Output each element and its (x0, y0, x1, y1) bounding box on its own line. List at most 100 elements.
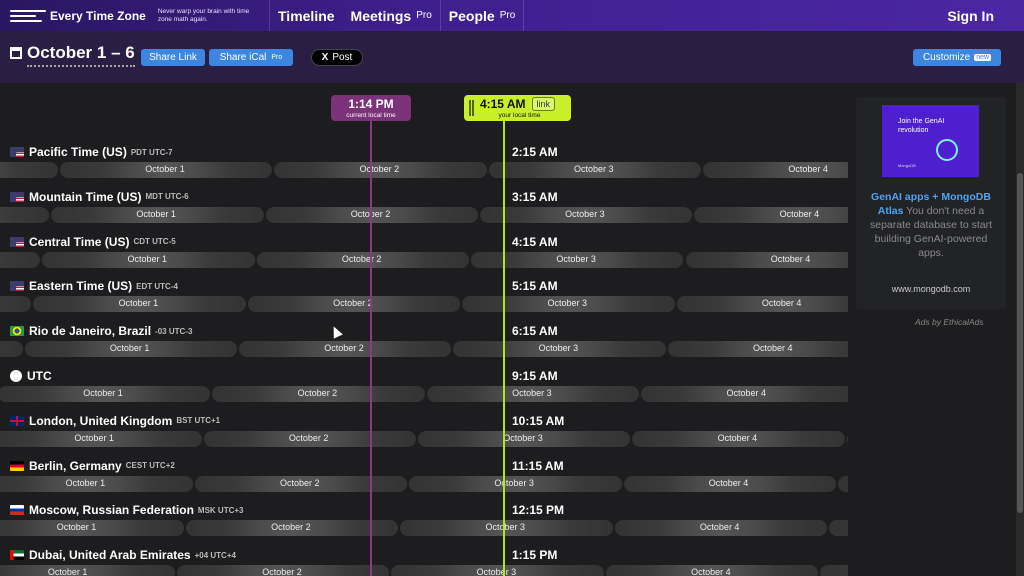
sign-in-link[interactable]: Sign In (947, 8, 994, 24)
timezone-label[interactable]: UTC (10, 369, 56, 383)
utc-flag-icon (10, 370, 22, 382)
day-label: October 3 (565, 208, 605, 219)
share-ical-button[interactable]: Share iCal Pro (209, 49, 293, 66)
timezone-row[interactable]: Central Time (US) CDT UTC-5 4:15 AM October… (0, 225, 848, 270)
day-label: October 4 (699, 522, 740, 533)
scroll-thumb[interactable] (1017, 173, 1023, 513)
current-time-value: 1:14 PM (348, 97, 394, 111)
timezone-row[interactable]: Eastern Time (US) EDT UTC-4 5:15 AM October… (0, 269, 848, 314)
day-block[interactable] (694, 206, 848, 223)
timezone-abbr: CEST UTC+2 (125, 461, 175, 471)
day-label: October 1 (56, 522, 97, 533)
timezone-label[interactable]: Eastern Time (US) EDT UTC-4 (10, 279, 178, 293)
day-block[interactable] (0, 206, 50, 223)
timezone-label[interactable]: Moscow, Russian Federation MSK UTC+3 (10, 503, 243, 517)
ad-image[interactable]: Join the GenAI revolution MongoDB (882, 105, 979, 177)
day-strip[interactable]: October 1 October 2 October 3 October 4 (0, 565, 848, 576)
local-time-link-button[interactable]: link (531, 97, 556, 111)
us-flag-icon (10, 191, 24, 202)
new-badge: new (974, 54, 992, 61)
day-label: October 3 (485, 522, 526, 533)
nav-meetings-label: Meetings (350, 7, 412, 24)
logo[interactable]: Every Time Zone Never warp your brain wi… (0, 0, 270, 31)
timezone-row[interactable]: Berlin, Germany CEST UTC+2 11:15 AM October… (0, 449, 848, 494)
day-block[interactable] (829, 520, 848, 537)
local-time-line[interactable] (503, 118, 505, 576)
day-label: October 1 (118, 298, 159, 309)
sponsor-ad[interactable]: Join the GenAI revolution MongoDB GenAI … (856, 97, 1006, 309)
timezone-time: 3:15 AM (512, 189, 558, 204)
share-link-button[interactable]: Share Link (141, 49, 205, 66)
timezone-abbr: +04 UTC+4 (194, 550, 236, 560)
current-time-caption: current local time (346, 112, 396, 119)
x-post-button[interactable]: X Post (311, 49, 363, 66)
day-block[interactable] (0, 251, 41, 268)
timezone-row[interactable]: Dubai, United Arab Emirates +04 UTC+4 1:15… (0, 538, 848, 576)
day-label: October 3 (503, 432, 543, 443)
day-strip[interactable]: October 1 October 2 October 3 October 4 (0, 162, 848, 180)
timezone-label[interactable]: Rio de Janeiro, Brazil -03 UTC-3 (10, 324, 192, 338)
ads-by-link[interactable]: Ads by EthicalAds (915, 317, 984, 327)
ad-url[interactable]: www.mongodb.com (856, 284, 1006, 294)
day-strip[interactable]: October 1 October 2 October 3 October 4 (0, 251, 848, 270)
logo-lines-icon (10, 6, 48, 26)
day-label: October 2 (288, 432, 329, 443)
calendar-icon[interactable] (10, 47, 22, 59)
timezone-name: Central Time (US) (29, 234, 130, 249)
day-label: October 4 (779, 208, 820, 219)
nav-timeline[interactable]: Timeline (270, 8, 343, 24)
timezone-label[interactable]: Pacific Time (US) PDT UTC-7 (10, 145, 173, 159)
timezone-abbr: MDT UTC-6 (145, 192, 189, 202)
local-time-marker[interactable]: 4:15 AM link your local time (464, 95, 571, 121)
page-scrollbar[interactable] (1016, 83, 1024, 576)
day-label: October 1 (47, 567, 88, 576)
day-strip[interactable]: October 1 October 2 October 3 October 4 (0, 430, 848, 449)
timezone-name: UTC (27, 369, 52, 383)
day-block[interactable] (837, 475, 848, 492)
day-strip[interactable]: October 1 October 2 October 3 October 4 (0, 296, 848, 314)
day-block[interactable] (0, 341, 23, 358)
day-strip[interactable]: October 1 October 2 October 3 October 4 (0, 386, 848, 404)
timezone-row[interactable]: Pacific Time (US) PDT UTC-7 2:15 AM October… (0, 135, 848, 180)
local-time-value: 4:15 AM (479, 97, 526, 111)
timezone-time: 4:15 AM (512, 234, 558, 249)
day-strip[interactable]: October 1 October 2 October 3 October 4 (0, 341, 848, 359)
day-label: October 2 (297, 388, 338, 398)
nav-people[interactable]: People Pro (441, 8, 523, 24)
timezone-label[interactable]: Dubai, United Arab Emirates +04 UTC+4 (10, 548, 236, 562)
date-range-title[interactable]: October 1 – 6 (27, 43, 135, 67)
timezone-row[interactable]: UTC 9:15 AM October 1 October 2 October 3 Oct… (0, 359, 848, 404)
day-label: October 1 (65, 477, 106, 488)
timezone-label[interactable]: Mountain Time (US) MDT UTC-6 (10, 190, 189, 204)
timezone-abbr: PDT UTC-7 (130, 147, 173, 157)
day-block[interactable] (846, 430, 848, 447)
timezone-row[interactable]: Moscow, Russian Federation MSK UTC+3 12:15… (0, 493, 848, 538)
timezone-row[interactable]: Mountain Time (US) MDT UTC-6 3:15 AM Octobe… (0, 180, 848, 225)
timezone-label[interactable]: Central Time (US) CDT UTC-5 (10, 235, 176, 249)
robot-icon (936, 139, 958, 161)
timezone-abbr: EDT UTC-4 (136, 281, 178, 291)
day-label: October 2 (333, 298, 373, 309)
timezone-label[interactable]: London, United Kingdom BST UTC+1 (10, 414, 220, 428)
timezone-row[interactable]: London, United Kingdom BST UTC+1 10:15 AM O… (0, 404, 848, 449)
day-strip[interactable]: October 1 October 2 October 3 October 4 (0, 475, 848, 494)
timezone-time: 11:15 AM (512, 458, 564, 473)
ad-image-brand: MongoDB (898, 163, 916, 168)
day-block[interactable] (0, 162, 58, 178)
day-block[interactable] (685, 251, 848, 268)
day-label: October 4 (726, 388, 767, 398)
timezone-label[interactable]: Berlin, Germany CEST UTC+2 (10, 459, 175, 473)
day-block[interactable] (820, 565, 848, 576)
day-strip[interactable]: October 1 October 2 October 3 October 4 (0, 520, 848, 538)
day-block[interactable] (0, 296, 32, 313)
de-flag-icon (10, 460, 24, 471)
timezone-row[interactable]: Rio de Janeiro, Brazil -03 UTC-3 6:15 AM Oc… (0, 314, 848, 359)
day-label: October 4 (708, 477, 749, 488)
day-label: October 1 (145, 164, 185, 174)
nav-meetings[interactable]: Meetings Pro (343, 8, 440, 24)
top-nav: Every Time Zone Never warp your brain wi… (0, 0, 1024, 31)
customize-button[interactable]: Customize new (913, 49, 1001, 66)
drag-handle-icon[interactable] (469, 100, 474, 116)
day-block[interactable] (0, 565, 176, 576)
day-strip[interactable]: October 1 October 2 October 3 October 4 (0, 206, 848, 225)
